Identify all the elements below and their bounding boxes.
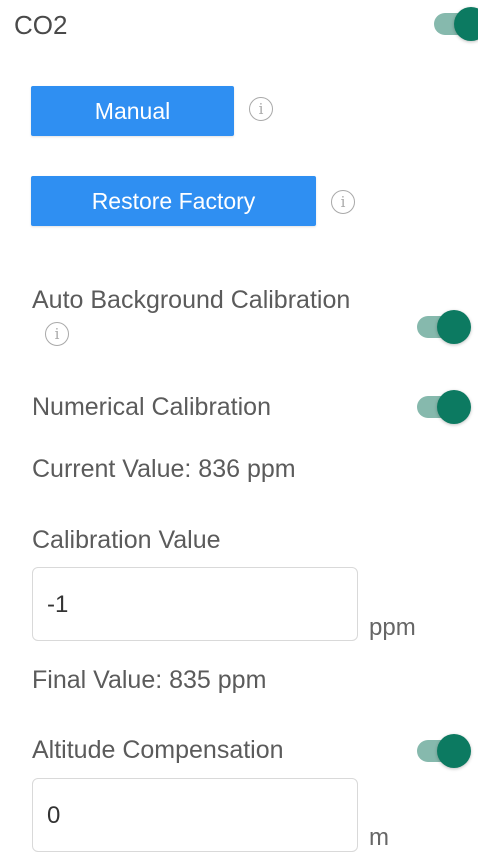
altitude-unit: m	[369, 824, 389, 851]
toggle-knob	[437, 310, 471, 344]
calibration-unit: ppm	[369, 614, 416, 641]
altitude-value-input[interactable]: 0	[32, 778, 358, 852]
auto-background-calibration-label: Auto Background Calibration	[32, 286, 351, 314]
final-value-text: Final Value: 835 ppm	[32, 666, 267, 694]
restore-factory-button[interactable]: Restore Factory	[31, 176, 316, 226]
toggle-knob	[437, 390, 471, 424]
info-icon[interactable]: i	[331, 190, 355, 214]
toggle-knob	[437, 734, 471, 768]
altitude-compensation-label: Altitude Compensation	[32, 736, 284, 764]
current-value-text: Current Value: 836 ppm	[32, 455, 296, 483]
co2-toggle[interactable]	[434, 7, 478, 41]
toggle-knob	[454, 7, 478, 41]
co2-title: CO2	[14, 10, 68, 40]
numerical-calibration-toggle[interactable]	[417, 390, 471, 424]
info-icon[interactable]: i	[249, 97, 273, 121]
calibration-value-label: Calibration Value	[32, 526, 221, 554]
info-icon[interactable]: i	[45, 322, 69, 346]
altitude-compensation-toggle[interactable]	[417, 734, 471, 768]
calibration-value-input[interactable]: -1	[32, 567, 358, 641]
auto-background-calibration-toggle[interactable]	[417, 310, 471, 344]
manual-button[interactable]: Manual	[31, 86, 234, 136]
numerical-calibration-label: Numerical Calibration	[32, 393, 271, 421]
